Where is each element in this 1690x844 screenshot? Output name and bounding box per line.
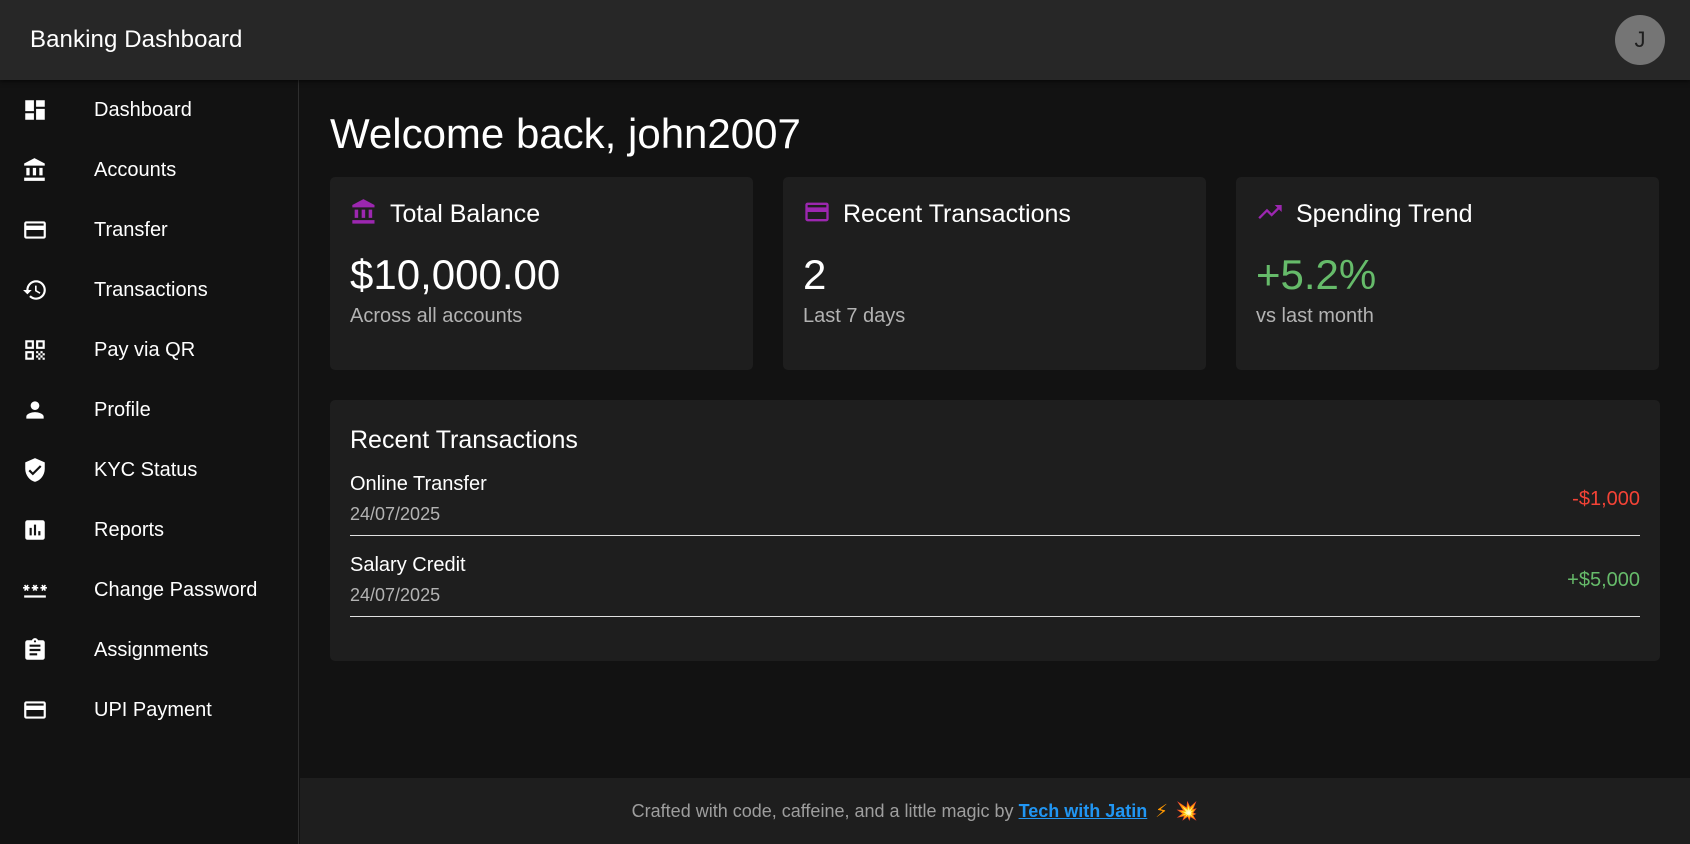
card-subtitle: vs last month (1256, 305, 1374, 327)
password-icon (22, 577, 48, 603)
footer-text: Crafted with code, caffeine, and a littl… (631, 800, 1014, 821)
clipboard-icon (22, 637, 48, 663)
sidebar-item-assignments[interactable]: Assignments (0, 620, 298, 680)
verified-shield-icon (22, 457, 48, 483)
card-title: Spending Trend (1296, 199, 1473, 228)
sidebar-item-label: Dashboard (94, 98, 192, 121)
summary-cards: Total Balance $10,000.00 Across all acco… (330, 177, 1660, 370)
sidebar-item-profile[interactable]: Profile (0, 380, 298, 440)
card-subtitle: Last 7 days (803, 305, 906, 327)
list-item[interactable]: Online Transfer 24/07/2025 -$1,000 (350, 455, 1640, 536)
bank-icon (22, 157, 48, 183)
sidebar-item-label: UPI Payment (94, 698, 212, 721)
card-title: Recent Transactions (843, 199, 1071, 228)
app-bar: Banking Dashboard J (0, 0, 1690, 80)
sidebar-item-transactions[interactable]: Transactions (0, 260, 298, 320)
transaction-amount: -$1,000 (1572, 487, 1640, 510)
sidebar-item-accounts[interactable]: Accounts (0, 140, 298, 200)
recent-transactions-panel: Recent Transactions Online Transfer 24/0… (330, 400, 1660, 661)
bar-chart-icon (22, 517, 48, 543)
transaction-name: Online Transfer (350, 473, 487, 495)
sidebar: Dashboard Accounts Transfer Transactions… (0, 80, 299, 844)
sidebar-item-label: KYC Status (94, 458, 198, 481)
sidebar-item-transfer[interactable]: Transfer (0, 200, 298, 260)
sidebar-item-reports[interactable]: Reports (0, 500, 298, 560)
avatar[interactable]: J (1615, 15, 1665, 65)
sidebar-item-label: Assignments (94, 638, 209, 661)
transaction-count-value: 2 (803, 251, 827, 298)
lightning-icon: ⚡ (1155, 800, 1168, 821)
recent-transactions-card: Recent Transactions 2 Last 7 days (783, 177, 1206, 370)
sidebar-item-label: Transactions (94, 278, 208, 301)
transaction-amount: +$5,000 (1567, 568, 1640, 591)
sidebar-item-label: Transfer (94, 218, 168, 241)
bank-icon (350, 198, 378, 231)
app-title: Banking Dashboard (30, 26, 243, 53)
balance-value: $10,000.00 (350, 251, 561, 298)
trending-up-icon (1256, 198, 1284, 231)
sidebar-item-label: Pay via QR (94, 338, 196, 361)
sidebar-item-dashboard[interactable]: Dashboard (0, 80, 298, 140)
sidebar-item-change-password[interactable]: Change Password (0, 560, 298, 620)
sidebar-item-label: Profile (94, 398, 151, 421)
panel-title: Recent Transactions (350, 426, 578, 454)
transaction-name: Salary Credit (350, 554, 466, 576)
credit-card-icon (22, 697, 48, 723)
page-title: Welcome back, john2007 (330, 110, 801, 157)
sidebar-item-label: Accounts (94, 158, 177, 181)
list-item[interactable]: Salary Credit 24/07/2025 +$5,000 (350, 536, 1640, 617)
sidebar-item-label: Reports (94, 518, 165, 541)
trend-value: +5.2% (1256, 251, 1377, 298)
sidebar-item-kyc-status[interactable]: KYC Status (0, 440, 298, 500)
author-link[interactable]: Tech with Jatin (1019, 801, 1148, 822)
collision-icon: 💥 (1175, 800, 1199, 821)
person-icon (22, 397, 48, 423)
transaction-date: 24/07/2025 (350, 585, 441, 605)
main-content: Welcome back, john2007 Total Balance $10… (300, 80, 1690, 778)
credit-card-icon (803, 198, 831, 231)
dashboard-icon (22, 97, 48, 123)
card-subtitle: Across all accounts (350, 305, 523, 327)
card-title: Total Balance (390, 199, 541, 228)
history-icon (22, 277, 48, 303)
credit-card-icon (22, 217, 48, 243)
sidebar-item-label: Change Password (94, 578, 258, 601)
sidebar-item-pay-via-qr[interactable]: Pay via QR (0, 320, 298, 380)
transaction-date: 24/07/2025 (350, 504, 441, 524)
sidebar-item-upi-payment[interactable]: UPI Payment (0, 680, 298, 740)
qr-code-icon (22, 337, 48, 363)
total-balance-card: Total Balance $10,000.00 Across all acco… (330, 177, 753, 370)
footer: Crafted with code, caffeine, and a littl… (300, 778, 1690, 844)
spending-trend-card: Spending Trend +5.2% vs last month (1236, 177, 1659, 370)
